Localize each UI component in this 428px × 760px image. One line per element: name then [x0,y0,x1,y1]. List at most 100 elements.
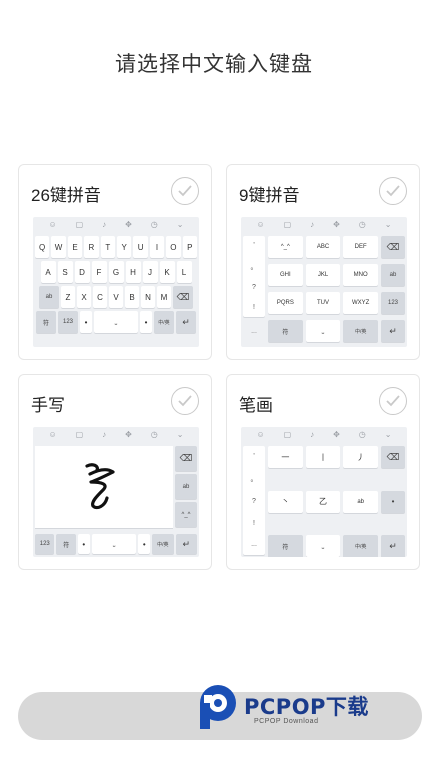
backspace-icon: ⌫ [173,286,193,308]
check-circle-icon[interactable] [379,177,407,205]
check-circle-icon[interactable] [171,387,199,415]
key-ab: ab [39,286,59,308]
punct-key: ! [253,303,255,311]
key-stroke: 丶 [268,490,303,513]
key: O [166,236,181,258]
key-123: 123 [35,534,55,554]
key: Z [61,286,75,308]
key: H [125,261,141,283]
key: JKL [305,264,341,286]
card-handwriting[interactable]: 手写 ☺ ▢ ♪ ✥ ◷ ⌄ ⌫ ab ^_^ 123 符 • ⎵ • 中/英 … [18,374,212,570]
space-key: ⎵ [305,535,341,557]
space-key: ⎵ [94,311,138,333]
key-stroke: 一 [268,446,303,468]
punctuation-column: ' 。 ? ! ... [243,446,265,555]
key: WXYZ [343,292,378,314]
settings-icon: ◷ [150,220,158,229]
settings-icon: ◷ [358,220,366,229]
key-stroke: 丨 [305,446,341,468]
key: F [91,261,107,283]
key-dot: • [138,534,151,554]
punct-key: ... [243,320,265,342]
backspace-icon: ⌫ [381,236,405,258]
key-row-3: ab Z X C V B N M ⌫ [33,286,199,308]
punctuation-column: ' 。 ? ! [243,236,265,317]
watermark-brand: PCPOP下载 [244,695,369,719]
clipboard-icon: ▢ [75,430,84,439]
card-pinyin-26[interactable]: 26键拼音 ☺ ▢ ♪ ✥ ◷ ⌄ Q W E R T Y U I O P A … [18,164,212,360]
key-dot: • [381,490,405,513]
voice-icon: ♪ [310,430,315,439]
key-dot: • [140,311,152,333]
card-stroke[interactable]: 笔画 ☺ ▢ ♪ ✥ ◷ ⌄ ' 。 ? ! ... 一 丨 丿 ⌫ 丶 乙 a… [226,374,420,570]
key: C [93,286,107,308]
key: N [141,286,155,308]
key: PQRS [268,292,303,314]
key-symbol: 符 [56,534,76,554]
space-key: ⎵ [91,534,137,554]
cursor-move-icon: ✥ [333,430,340,439]
settings-icon: ◷ [358,430,366,439]
enter-icon: ↵ [175,534,197,554]
voice-icon: ♪ [102,220,107,229]
enter-icon: ↵ [381,535,405,557]
key: V [109,286,123,308]
kb-toolbar: ☺ ▢ ♪ ✥ ◷ ⌄ [241,217,407,233]
key: GHI [268,264,303,286]
settings-icon: ◷ [150,430,158,439]
key-row-1: Q W E R T Y U I O P [33,236,199,258]
key-row-2: A S D F G H J K L [33,261,199,283]
key: A [40,261,56,283]
key: E [67,236,83,258]
handwriting-pad [35,446,173,528]
key: P [182,236,198,258]
kb-toolbar: ☺ ▢ ♪ ✥ ◷ ⌄ [33,427,199,443]
key: DEF [343,236,378,258]
punct-key: ? [252,498,256,506]
check-circle-icon[interactable] [171,177,199,205]
key-123: 123 [58,311,78,333]
card-title: 9键拼音 [239,186,300,205]
key-symbol: 符 [268,535,303,557]
key: M [157,286,171,308]
key-lang-switch: 中/英 [343,320,378,342]
handwriting-bottom-row: 123 符 • ⎵ • 中/英 ↵ [35,534,197,554]
punct-key: 。 [250,476,258,484]
key: T [100,236,115,258]
key-lang-switch: 中/英 [152,534,174,554]
key-grid-9: ' 。 ? ! ^_^ ABC DEF ⌫ GHI JKL MNO ab PQR… [243,236,405,345]
key-dot: • [77,534,90,554]
chevron-down-icon: ⌄ [176,220,184,229]
key: U [133,236,148,258]
cursor-move-icon: ✥ [333,220,340,229]
key-ab: ab [175,474,197,499]
backspace-icon: ⌫ [175,446,197,471]
card-title: 26键拼音 [31,186,101,205]
key-lang-switch: 中/英 [154,311,174,333]
enter-icon: ↵ [381,320,405,342]
card-pinyin-9[interactable]: 9键拼音 ☺ ▢ ♪ ✥ ◷ ⌄ ' 。 ? ! ^_^ ABC DEF ⌫ G… [226,164,420,360]
punct-key: ' [253,242,255,250]
key: MNO [343,264,378,286]
key: W [51,236,66,258]
voice-icon: ♪ [310,220,315,229]
key: J [142,261,158,283]
chevron-down-icon: ⌄ [384,220,392,229]
keyboard-preview-26: ☺ ▢ ♪ ✥ ◷ ⌄ Q W E R T Y U I O P A S D F … [33,217,199,347]
punct-key: ! [253,519,255,527]
keyboard-preview-stroke: ☺ ▢ ♪ ✥ ◷ ⌄ ' 。 ? ! ... 一 丨 丿 ⌫ 丶 乙 ab •… [241,427,407,557]
key-emoticon: ^_^ [175,502,197,527]
punct-key: ? [252,284,256,292]
keyboard-preview-handwriting: ☺ ▢ ♪ ✥ ◷ ⌄ ⌫ ab ^_^ 123 符 • ⎵ • 中/英 ↵ [33,427,199,557]
backspace-icon: ⌫ [381,446,405,468]
key: B [125,286,139,308]
space-key: ⎵ [305,320,341,342]
chevron-down-icon: ⌄ [384,430,392,439]
emoji-icon: ☺ [256,220,265,229]
key-123: 123 [381,292,405,314]
check-circle-icon[interactable] [379,387,407,415]
key-dot: • [80,311,92,333]
watermark-logo: PCPOP下载 PCPOP Download [194,681,424,733]
punct-key: ' [253,453,255,461]
cursor-move-icon: ✥ [125,430,132,439]
